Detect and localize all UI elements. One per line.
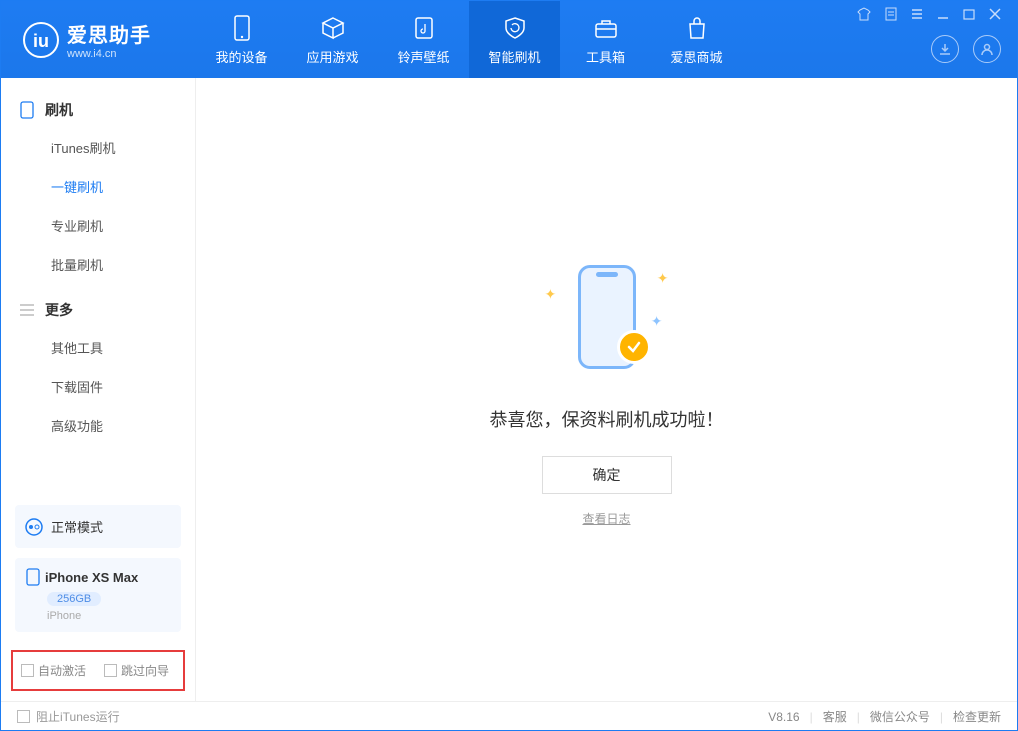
footer-update-link[interactable]: 检查更新 (953, 708, 1001, 725)
sidebar: 刷机 iTunes刷机 一键刷机 专业刷机 批量刷机 更多 其他工具 下载固件 … (1, 78, 196, 701)
tab-label: 我的设备 (215, 47, 267, 66)
tab-label: 智能刷机 (488, 47, 540, 66)
sidebar-item-oneclick-flash[interactable]: 一键刷机 (1, 167, 195, 206)
shield-refresh-icon (502, 13, 528, 43)
bag-icon (685, 13, 709, 43)
maximize-icon[interactable] (963, 7, 975, 21)
menu-icon[interactable] (911, 7, 923, 21)
sparkle-icon: ✦ (651, 313, 663, 330)
sidebar-item-advanced[interactable]: 高级功能 (1, 406, 195, 445)
tab-my-device[interactable]: 我的设备 (196, 1, 287, 78)
device-icon (232, 13, 252, 43)
logo-area: iu 爱思助手 www.i4.cn (1, 1, 196, 78)
sparkle-icon: ✦ (545, 286, 557, 303)
tab-apps[interactable]: 应用游戏 (287, 1, 378, 78)
sidebar-header-flash: 刷机 (1, 92, 195, 128)
tab-label: 铃声壁纸 (397, 47, 449, 66)
top-tabs: 我的设备 应用游戏 铃声壁纸 智能刷机 工具箱 爱思商城 (196, 1, 742, 78)
skip-guide-checkbox[interactable]: 跳过向导 (104, 662, 169, 679)
window-controls (853, 1, 1005, 27)
toolbox-icon (593, 13, 619, 43)
tab-store[interactable]: 爱思商城 (651, 1, 742, 78)
options-box: 自动激活 跳过向导 (11, 650, 185, 691)
tab-toolbox[interactable]: 工具箱 (560, 1, 651, 78)
close-icon[interactable] (989, 7, 1001, 21)
phone-icon (19, 101, 35, 119)
tab-label: 工具箱 (586, 47, 625, 66)
tab-label: 爱思商城 (670, 47, 722, 66)
tab-label: 应用游戏 (306, 47, 358, 66)
logo-icon: iu (23, 22, 59, 58)
svg-text:iu: iu (33, 31, 49, 51)
version-label: V8.16 (768, 710, 799, 724)
sparkle-icon: ✦ (657, 270, 669, 287)
sidebar-item-other-tools[interactable]: 其他工具 (1, 328, 195, 367)
device-name: iPhone XS Max (45, 570, 138, 585)
note-icon[interactable] (885, 7, 897, 21)
shirt-icon[interactable] (857, 7, 871, 21)
phone-small-icon (25, 568, 41, 586)
tab-flash[interactable]: 智能刷机 (469, 1, 560, 78)
music-file-icon (413, 13, 435, 43)
user-button[interactable] (973, 35, 1001, 63)
app-subtitle: www.i4.cn (67, 48, 151, 60)
sidebar-header-more: 更多 (1, 292, 195, 328)
sidebar-item-pro-flash[interactable]: 专业刷机 (1, 206, 195, 245)
sidebar-item-batch-flash[interactable]: 批量刷机 (1, 245, 195, 284)
device-storage: 256GB (47, 592, 101, 606)
check-badge-icon (617, 330, 651, 364)
sidebar-item-download-fw[interactable]: 下载固件 (1, 367, 195, 406)
footer: 阻止iTunes运行 V8.16 | 客服 | 微信公众号 | 检查更新 (1, 701, 1017, 731)
app-title: 爱思助手 (67, 19, 151, 48)
ok-button[interactable]: 确定 (542, 456, 672, 494)
success-message: 恭喜您，保资料刷机成功啦！ (490, 406, 724, 432)
tab-ringtones[interactable]: 铃声壁纸 (378, 1, 469, 78)
footer-service-link[interactable]: 客服 (823, 708, 847, 725)
list-icon (19, 303, 35, 317)
footer-wechat-link[interactable]: 微信公众号 (870, 708, 930, 725)
view-log-link[interactable]: 查看日志 (582, 510, 630, 527)
auto-activate-checkbox[interactable]: 自动激活 (21, 662, 86, 679)
main-content: ✦ ✦ ✦ 恭喜您，保资料刷机成功啦！ 确定 查看日志 (196, 78, 1017, 701)
sidebar-item-itunes-flash[interactable]: iTunes刷机 (1, 128, 195, 167)
success-illustration: ✦ ✦ ✦ (517, 252, 697, 382)
status-icon (25, 518, 43, 536)
device-info[interactable]: iPhone XS Max 256GB iPhone (15, 558, 181, 632)
device-type: iPhone (47, 610, 171, 622)
device-status: 正常模式 (15, 505, 181, 548)
block-itunes-checkbox[interactable]: 阻止iTunes运行 (17, 708, 120, 725)
minimize-icon[interactable] (937, 7, 949, 21)
status-text: 正常模式 (51, 517, 103, 536)
cube-icon (320, 13, 346, 43)
download-button[interactable] (931, 35, 959, 63)
header: iu 爱思助手 www.i4.cn 我的设备 应用游戏 铃声壁纸 智能刷机 工具… (1, 1, 1017, 78)
